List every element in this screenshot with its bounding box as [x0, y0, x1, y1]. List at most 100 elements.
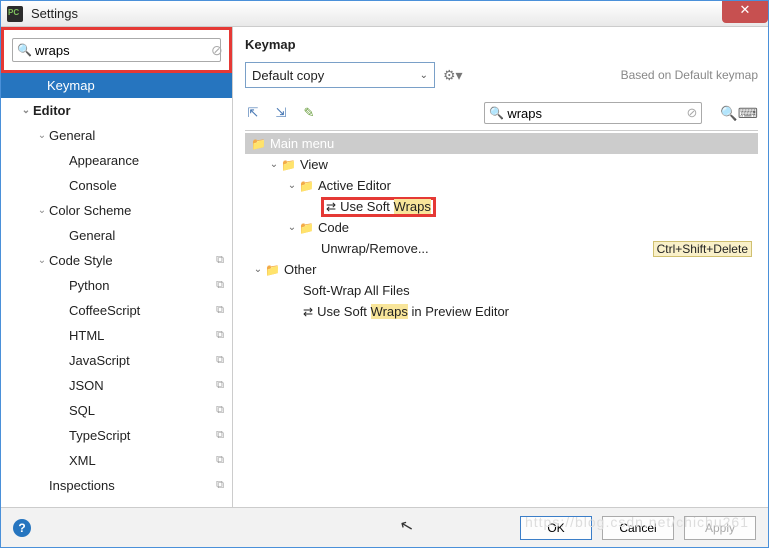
tree-label: JavaScript	[69, 353, 216, 368]
sidebar-item[interactable]: Python⧉	[1, 273, 232, 298]
chevron-down-icon: ⌄	[35, 130, 49, 141]
keymap-filter[interactable]: 🔍 ⊘	[484, 102, 702, 124]
sidebar-item[interactable]: ⌄Color Scheme	[1, 198, 232, 223]
sidebar-item[interactable]: SQL⧉	[1, 398, 232, 423]
action-row[interactable]: Soft-Wrap All Files	[245, 280, 758, 301]
row-label: Code	[318, 220, 758, 235]
sidebar-item[interactable]: Inspections⧉	[1, 473, 232, 498]
ok-button[interactable]: OK	[520, 516, 592, 540]
override-icon: ⧉	[216, 354, 224, 367]
settings-tree[interactable]: Keymap⌄Editor⌄GeneralAppearanceConsole⌄C…	[1, 73, 232, 507]
sidebar-item[interactable]: ⌄Editor	[1, 98, 232, 123]
gear-icon[interactable]: ⚙▾	[443, 67, 463, 84]
action-label: Use Soft Wraps in Preview Editor	[317, 304, 758, 319]
settings-search[interactable]: 🔍 ⊘	[12, 38, 221, 62]
search-icon: 🔍	[489, 106, 504, 120]
action-icon: ⇄	[326, 200, 336, 214]
folder-icon: 📁	[265, 263, 280, 277]
override-icon: ⧉	[216, 254, 224, 267]
chevron-down-icon: ⌄	[285, 180, 299, 191]
highlight-box: ⇄ Use Soft Wraps	[321, 197, 436, 217]
folder-row[interactable]: ⌄📁 Active Editor	[245, 175, 758, 196]
sidebar-item[interactable]: ⌄General	[1, 123, 232, 148]
chevron-down-icon: ⌄	[420, 70, 428, 81]
tree-label: TypeScript	[69, 428, 216, 443]
expand-all-icon[interactable]: ⇱	[245, 105, 261, 121]
help-button[interactable]: ?	[13, 519, 31, 537]
clear-search-icon[interactable]: ⊘	[211, 42, 223, 59]
find-by-shortcut-icon[interactable]: 🔍⌨	[720, 105, 758, 122]
window-title: Settings	[31, 6, 78, 21]
override-icon: ⧉	[216, 429, 224, 442]
folder-icon: 📁	[281, 158, 296, 172]
title-bar: Settings ✕	[1, 1, 768, 27]
row-label: Active Editor	[318, 178, 758, 193]
tree-label: XML	[69, 453, 216, 468]
override-icon: ⧉	[216, 279, 224, 292]
sidebar-item[interactable]: TypeScript⧉	[1, 423, 232, 448]
folder-row[interactable]: ⌄📁 Code	[245, 217, 758, 238]
tree-label: Appearance	[69, 153, 224, 168]
override-icon: ⧉	[216, 379, 224, 392]
collapse-all-icon[interactable]: ⇲	[273, 105, 289, 121]
keymap-tree[interactable]: 📁Main menu⌄📁View⌄📁Active Editor⇄Use Soft…	[245, 133, 758, 507]
based-on-label: Based on Default keymap	[621, 68, 758, 82]
tree-label: Console	[69, 178, 224, 193]
tree-label: Color Scheme	[49, 203, 224, 218]
folder-icon: 📁	[299, 221, 314, 235]
override-icon: ⧉	[216, 404, 224, 417]
sidebar-item[interactable]: Appearance	[1, 148, 232, 173]
sidebar-item[interactable]: General	[1, 223, 232, 248]
sidebar-item[interactable]: XML⧉	[1, 448, 232, 473]
apply-button[interactable]: Apply	[684, 516, 756, 540]
sidebar-item[interactable]: JavaScript⧉	[1, 348, 232, 373]
keymap-profile-select[interactable]: Default copy ⌄	[245, 62, 435, 88]
keymap-panel: Keymap Default copy ⌄ ⚙▾ Based on Defaul…	[233, 27, 768, 507]
sidebar-item[interactable]: Keymap	[1, 73, 232, 98]
keymap-filter-input[interactable]	[507, 106, 686, 121]
search-icon: 🔍	[17, 43, 32, 57]
action-row[interactable]: Unwrap/Remove...Ctrl+Shift+Delete	[245, 238, 758, 259]
close-button[interactable]: ✕	[722, 1, 768, 23]
sidebar-item[interactable]: JSON⧉	[1, 373, 232, 398]
action-row[interactable]: ⇄ Use Soft Wraps	[245, 196, 758, 217]
tree-label: Inspections	[49, 478, 216, 493]
settings-search-input[interactable]	[35, 43, 211, 58]
action-row[interactable]: ⇄Use Soft Wraps in Preview Editor	[245, 301, 758, 322]
row-label: Main menu	[270, 136, 758, 151]
chevron-down-icon: ⌄	[285, 222, 299, 233]
chevron-down-icon: ⌄	[267, 159, 281, 170]
row-label: Soft-Wrap All Files	[303, 283, 758, 298]
sidebar-item[interactable]: HTML⧉	[1, 323, 232, 348]
row-label: Unwrap/Remove...	[321, 241, 653, 256]
folder-row[interactable]: ⌄📁 Other	[245, 259, 758, 280]
folder-icon: 📁	[299, 179, 314, 193]
chevron-down-icon: ⌄	[251, 264, 265, 275]
override-icon: ⧉	[216, 454, 224, 467]
tree-label: HTML	[69, 328, 216, 343]
tree-label: JSON	[69, 378, 216, 393]
dialog-footer: ? OK Cancel Apply	[1, 507, 768, 547]
cancel-button[interactable]: Cancel	[602, 516, 674, 540]
search-highlight-box: 🔍 ⊘	[1, 27, 232, 73]
clear-filter-icon[interactable]: ⊘	[686, 105, 697, 121]
chevron-down-icon: ⌄	[35, 255, 49, 266]
tree-header[interactable]: 📁Main menu	[245, 133, 758, 154]
tree-label: SQL	[69, 403, 216, 418]
edit-icon[interactable]: ✎	[301, 105, 317, 121]
shortcut-badge: Ctrl+Shift+Delete	[653, 241, 752, 257]
sidebar-item[interactable]: Console	[1, 173, 232, 198]
override-icon: ⧉	[216, 304, 224, 317]
sidebar-item[interactable]: ⌄Code Style⧉	[1, 248, 232, 273]
action-label: Use Soft Wraps	[340, 199, 431, 214]
tree-label: General	[69, 228, 224, 243]
tree-label: Python	[69, 278, 216, 293]
sidebar-item[interactable]: CoffeeScript⧉	[1, 298, 232, 323]
row-label: Other	[284, 262, 758, 277]
app-icon	[7, 6, 23, 22]
panel-title: Keymap	[245, 37, 758, 52]
keymap-topbar: Default copy ⌄ ⚙▾ Based on Default keyma…	[245, 62, 758, 88]
chevron-down-icon: ⌄	[35, 205, 49, 216]
folder-row[interactable]: ⌄📁View	[245, 154, 758, 175]
keymap-profile-value: Default copy	[252, 68, 324, 83]
